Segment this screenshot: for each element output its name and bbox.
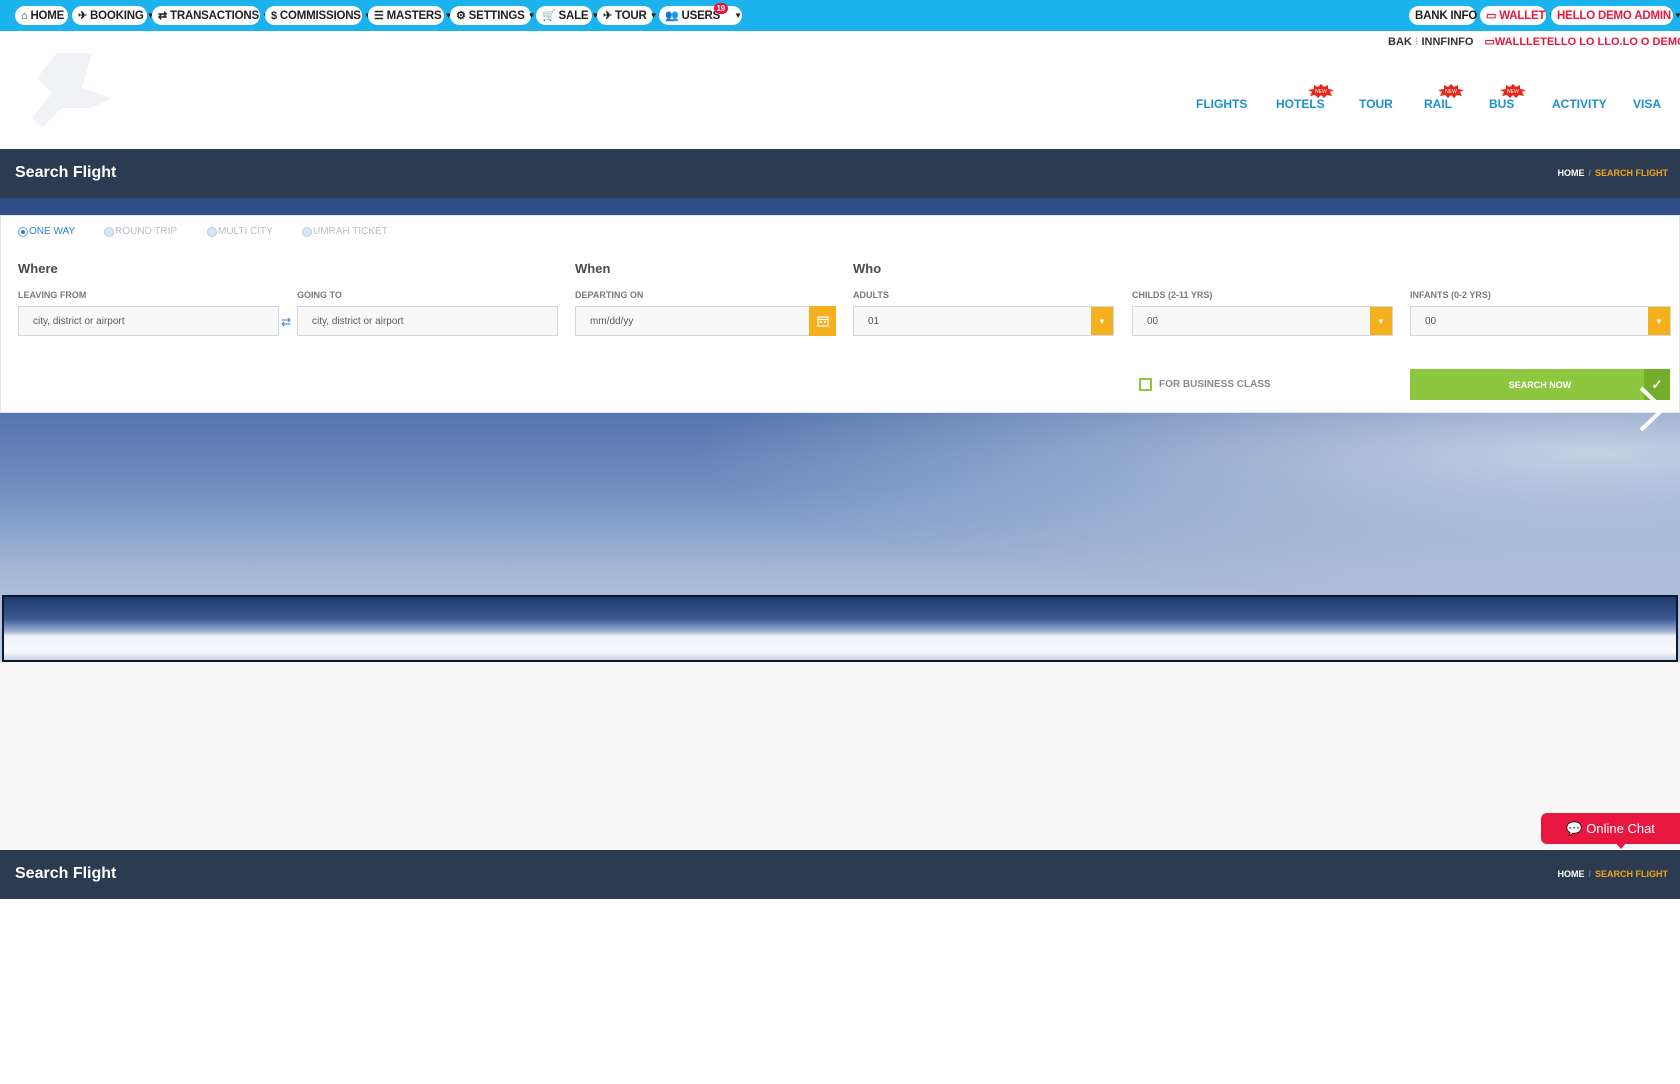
- breadcrumb: HOME / SEARCH FLIGHT: [1557, 869, 1668, 879]
- page-title: Search Flight: [15, 865, 117, 882]
- leaving-from-input[interactable]: city, district or airport: [18, 306, 279, 336]
- new-star-badge-icon: NEW: [1500, 84, 1526, 98]
- trip-type-round-trip[interactable]: ROUND TRIP: [104, 226, 177, 237]
- nav-sale[interactable]: 🛒 SALE ▼: [536, 6, 599, 25]
- radio-dot: [104, 226, 114, 237]
- ghost-glyph: ⁝: [1414, 36, 1419, 48]
- adults-select[interactable]: 01 ▼: [853, 306, 1114, 336]
- new-badge-text: NEW: [1315, 89, 1327, 95]
- nav-booking[interactable]: ✈ BOOKING ▼: [72, 6, 154, 25]
- exchange-icon: ⇄: [158, 10, 168, 22]
- breadcrumb-current: SEARCH FLIGHT: [1595, 869, 1668, 879]
- departing-on-label: DEPARTING ON: [575, 290, 644, 300]
- new-badge-text: NEW: [1507, 89, 1519, 95]
- radio-dot: [302, 226, 312, 237]
- swap-locations-icon[interactable]: ⇄: [281, 315, 291, 329]
- search-now-button[interactable]: SEARCH NOW ✓: [1410, 369, 1670, 400]
- credit-card-icon: ▭: [1486, 10, 1497, 22]
- nav-tour[interactable]: ✈ TOUR ▼: [597, 6, 658, 25]
- infants-label: INFANTS (0-2 YRS): [1410, 290, 1491, 300]
- product-nav-bus[interactable]: BUS: [1489, 97, 1514, 111]
- breadcrumb-separator: /: [1588, 168, 1591, 178]
- plane-icon: ✈: [603, 10, 613, 22]
- page-title-bar: Search Flight HOME / SEARCH FLIGHT: [0, 149, 1680, 198]
- gears-icon: ⚙: [456, 10, 466, 22]
- company-logo: [32, 53, 112, 128]
- breadcrumb: HOME / SEARCH FLIGHT: [1557, 168, 1668, 178]
- trip-type-one-way[interactable]: ONE WAY: [18, 226, 75, 237]
- slider-next-arrow-icon[interactable]: [1635, 384, 1667, 434]
- leaving-from-label: LEAVING FROM: [18, 290, 87, 300]
- ghost-duplicate-row: BAK ⁝ INNFINFO ▭WALLLETELLO LO LLO.LO O …: [1388, 36, 1680, 48]
- admin-top-bar: ⌂HOME ✈BOOKING▼ ⇄TRANSACTIONS▼ $COMMISSI…: [0, 0, 1680, 31]
- online-chat-button[interactable]: 💬 Online Chat: [1541, 813, 1680, 849]
- chat-tail: [1615, 842, 1627, 849]
- dropdown-arrow-icon: ▼: [1370, 307, 1392, 335]
- product-nav-visa[interactable]: VISA: [1633, 97, 1661, 111]
- new-star-badge-icon: NEW: [1438, 84, 1464, 98]
- dollar-icon: $: [271, 9, 277, 22]
- page-title-bar-duplicate: Search Flight HOME / SEARCH FLIGHT: [0, 850, 1680, 899]
- new-star-badge-icon: NEW: [1308, 84, 1334, 98]
- nav-users[interactable]: 👥 USERS 19 ▼: [659, 3, 742, 25]
- product-nav-hotels[interactable]: HOTELS: [1276, 97, 1325, 111]
- breadcrumb-separator: /: [1588, 869, 1591, 879]
- nav-masters[interactable]: ☰ MASTERS ▼: [368, 6, 452, 25]
- hero-cloud-strip: [2, 595, 1678, 662]
- product-nav-flights[interactable]: FLIGHTS: [1196, 97, 1247, 111]
- childs-label: CHILDS (2-11 YRS): [1132, 290, 1213, 300]
- breadcrumb-home[interactable]: HOME: [1557, 168, 1584, 178]
- content-blank-area: [0, 662, 1680, 850]
- nav-home[interactable]: ⌂ HOME: [15, 6, 68, 25]
- radio-dot: [18, 226, 28, 237]
- cart-icon: 🛒: [542, 10, 556, 22]
- product-nav-activity[interactable]: ACTIVITY: [1552, 97, 1607, 111]
- breadcrumb-current: SEARCH FLIGHT: [1595, 168, 1668, 178]
- trip-type-umrah-ticket[interactable]: UMRAH TICKET: [302, 226, 388, 237]
- checkbox-box: [1139, 378, 1152, 391]
- caret-down-icon: ▼: [734, 11, 742, 20]
- users-count-badge: 19: [713, 3, 728, 14]
- dropdown-arrow-icon: ▼: [1091, 307, 1113, 335]
- chat-bubble-icon: 💬: [1566, 820, 1583, 836]
- going-to-label: GOING TO: [297, 290, 342, 300]
- departing-date-input[interactable]: mm/dd/yy: [575, 306, 811, 336]
- calendar-icon: [816, 316, 829, 327]
- trip-type-multi-city[interactable]: MULTI CITY: [207, 226, 273, 237]
- bank-info-button[interactable]: BANK INFO: [1409, 6, 1477, 25]
- nav-transactions[interactable]: ⇄TRANSACTIONS▼: [152, 6, 270, 25]
- who-heading: Who: [853, 261, 882, 276]
- childs-select[interactable]: 00 ▼: [1132, 306, 1393, 336]
- home-icon: ⌂: [21, 9, 28, 22]
- infants-select[interactable]: 00 ▼: [1410, 306, 1671, 336]
- dropdown-arrow-icon: ▼: [1648, 307, 1670, 335]
- radio-dot: [207, 226, 217, 237]
- caret-down-icon: ▼: [649, 11, 658, 20]
- adults-label: ADULTS: [853, 290, 889, 300]
- page-title: Search Flight: [15, 164, 117, 181]
- where-heading: Where: [18, 261, 58, 276]
- product-nav-tour[interactable]: TOUR: [1359, 97, 1393, 111]
- caret-down-icon: ▼: [527, 11, 536, 20]
- user-menu-button[interactable]: HELLO DEMO ADMIN ▼: [1551, 6, 1680, 25]
- ghost-wallet-icon: ▭: [1484, 36, 1495, 48]
- users-icon: 👥: [665, 10, 679, 22]
- breadcrumb-home[interactable]: HOME: [1557, 869, 1584, 879]
- new-badge-text: NEW: [1445, 89, 1457, 95]
- calendar-button[interactable]: [809, 306, 836, 336]
- list-icon: ☰: [374, 10, 384, 22]
- nav-commissions[interactable]: $COMMISSIONS▼: [265, 6, 372, 25]
- product-nav-rail[interactable]: RAIL: [1424, 97, 1452, 111]
- caret-down-icon: ▼: [1673, 11, 1680, 20]
- going-to-input[interactable]: city, district or airport: [297, 306, 558, 336]
- wallet-button[interactable]: ▭WALLET▼: [1480, 6, 1556, 25]
- plane-icon: ✈: [78, 10, 88, 22]
- business-class-checkbox[interactable]: FOR BUSINESS CLASS: [1139, 378, 1271, 391]
- when-heading: When: [575, 261, 611, 276]
- nav-settings[interactable]: ⚙ SETTINGS ▼: [450, 6, 535, 25]
